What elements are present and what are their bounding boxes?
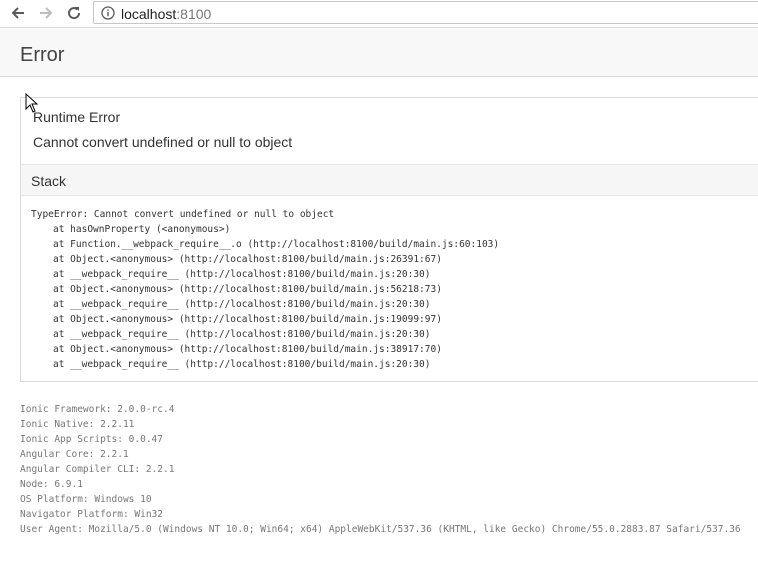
reload-icon: [68, 7, 81, 20]
forward-button[interactable]: [35, 3, 57, 23]
url-host: localhost: [121, 6, 177, 22]
stack-title: Stack: [31, 173, 67, 189]
environment-info: Ionic Framework: 2.0.0-rc.4 Ionic Native:…: [20, 402, 741, 537]
address-bar[interactable]: localhost:8100: [93, 1, 758, 24]
url-port: :8100: [176, 6, 212, 22]
stack-line: at __webpack_require__ (http://localhost…: [53, 299, 431, 310]
info-icon[interactable]: [101, 6, 115, 20]
stack-line: TypeError: Cannot convert undefined or n…: [31, 209, 335, 220]
error-message: Cannot convert undefined or null to obje…: [33, 134, 293, 150]
env-line: Ionic App Scripts: 0.0.47: [20, 434, 163, 445]
env-line: Node: 6.9.1: [20, 479, 83, 490]
env-line: Angular Compiler CLI: 2.2.1: [20, 464, 175, 475]
env-line: User Agent: Mozilla/5.0 (Windows NT 10.0…: [20, 524, 741, 535]
stack-header: Stack: [21, 164, 758, 196]
env-line: Navigator Platform: Win32: [20, 509, 163, 520]
stack-line: at __webpack_require__ (http://localhost…: [53, 269, 431, 280]
mouse-cursor-icon: [25, 93, 39, 113]
env-line: Angular Core: 2.2.1: [20, 449, 129, 460]
stack-line: at Object.<anonymous> (http://localhost:…: [53, 314, 442, 325]
env-line: Ionic Native: 2.2.11: [20, 419, 135, 430]
stack-line: at __webpack_require__ (http://localhost…: [53, 359, 431, 370]
stack-line: at Object.<anonymous> (http://localhost:…: [53, 344, 442, 355]
page-header: Error: [0, 28, 758, 77]
back-arrow-icon: [11, 7, 24, 19]
reload-button[interactable]: [63, 3, 85, 23]
back-button[interactable]: [7, 3, 29, 23]
error-title: Runtime Error: [33, 109, 121, 125]
stack-line: at Object.<anonymous> (http://localhost:…: [53, 254, 442, 265]
forward-arrow-icon: [40, 7, 53, 19]
env-line: Ionic Framework: 2.0.0-rc.4: [20, 404, 175, 415]
page-title: Error: [20, 44, 65, 66]
stack-trace: TypeError: Cannot convert undefined or n…: [31, 207, 499, 372]
stack-line: at hasOwnProperty (<anonymous>): [53, 224, 231, 235]
browser-toolbar: localhost:8100: [0, 0, 758, 28]
stack-line: at Function.__webpack_require__.o (http:…: [53, 239, 500, 250]
stack-line: at Object.<anonymous> (http://localhost:…: [53, 284, 442, 295]
url-text[interactable]: localhost:8100: [121, 6, 211, 22]
stack-line: at __webpack_require__ (http://localhost…: [53, 329, 431, 340]
env-line: OS Platform: Windows 10: [20, 494, 152, 505]
